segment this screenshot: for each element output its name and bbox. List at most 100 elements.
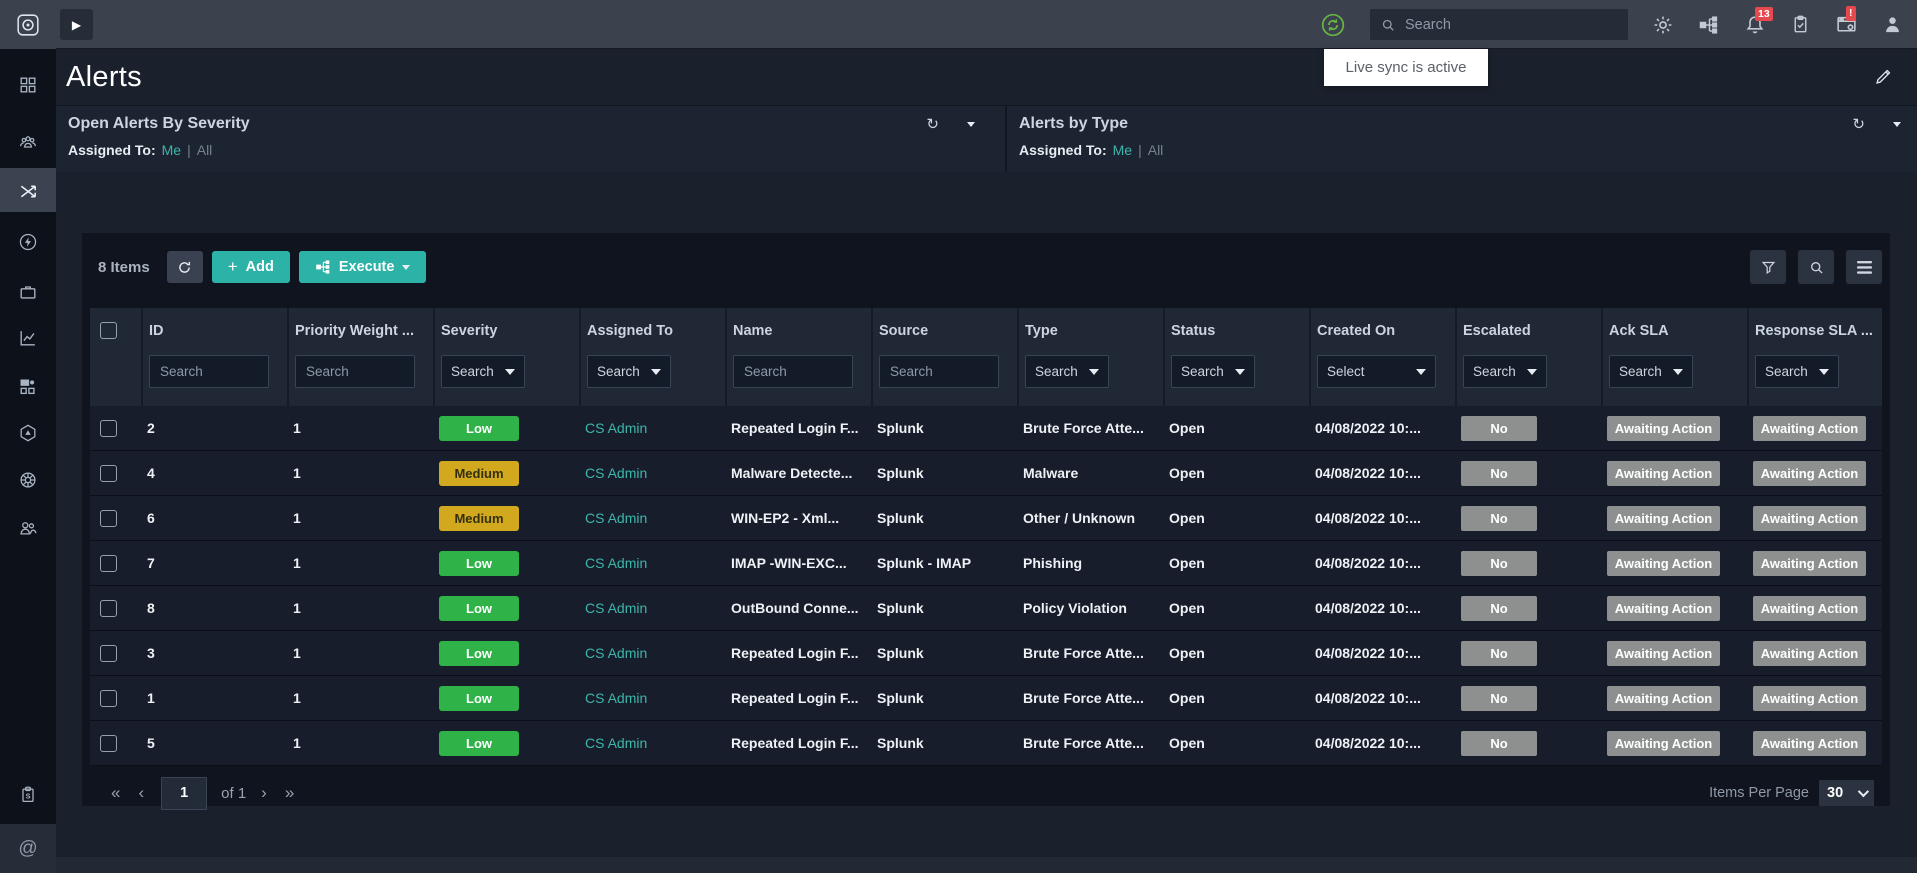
severity-badge: Medium [439,505,519,531]
widget-refresh-button[interactable]: ↻ [1852,115,1865,133]
sidebar-item-widgets[interactable] [0,365,56,409]
cell-status: Open [1169,465,1205,481]
current-page-box[interactable]: 1 [161,776,208,810]
column-header-severity[interactable]: Severity [433,308,579,353]
row-checkbox[interactable] [100,734,117,752]
next-page-button[interactable]: › [252,783,276,803]
column-header-escalated[interactable]: Escalated [1455,308,1601,353]
settings-gear-icon[interactable] [1652,14,1674,36]
assigned-to-link[interactable]: CS Admin [585,600,647,616]
assigned-to-link[interactable]: CS Admin [585,510,647,526]
audit-clipboard-icon[interactable] [1790,14,1811,35]
items-per-page-select[interactable]: 30 [1819,780,1874,806]
sidebar-item-teams[interactable] [0,120,56,164]
widget-menu-button[interactable] [967,121,975,127]
clipboard-tasks-icon: S [18,785,38,805]
filter-input-source[interactable] [879,355,999,388]
refresh-grid-button[interactable] [166,251,203,283]
execute-button[interactable]: Execute [298,251,427,283]
table-row[interactable]: 8 1 Low CS Admin OutBound Conne... Splunk Poli… [90,586,1882,631]
sidebar-item-tasks[interactable]: S [0,773,56,817]
filter-select-severity[interactable]: Search [441,355,525,388]
widget-open-alerts-by-severity: Open Alerts By Severity ↻ Assigned To: M… [56,106,1005,172]
filter-input-name[interactable] [733,355,853,388]
column-header-name[interactable]: Name [725,308,871,353]
sidebar-item-integrations[interactable] [0,458,56,502]
table-row[interactable]: 6 1 Medium CS Admin WIN-EP2 - Xml... Splunk Ot… [90,496,1882,541]
sidebar-item-sandbox[interactable] [0,411,56,455]
cell-source: Splunk [877,645,924,661]
column-header-response-sla[interactable]: Response SLA ... [1747,308,1882,353]
filter-input-priority-weight[interactable] [295,355,415,388]
column-header-created-on[interactable]: Created On [1309,308,1455,353]
row-checkbox[interactable] [100,554,117,572]
filter-select-type[interactable]: Search [1025,355,1109,388]
column-header-id[interactable]: ID [141,308,287,353]
cell-id: 1 [147,690,155,706]
grid-search-button[interactable] [1798,250,1834,284]
play-button[interactable]: ▶ [60,9,93,40]
filter-input-id[interactable] [149,355,269,388]
column-header-source[interactable]: Source [871,308,1017,353]
sidebar-item-users[interactable] [0,506,56,550]
add-button[interactable]: + Add [211,251,290,283]
user-profile-icon[interactable] [1882,14,1903,35]
sidebar-item-automation[interactable] [0,220,56,264]
table-row[interactable]: 2 1 Low CS Admin Repeated Login F... Splunk Br… [90,406,1882,451]
edit-page-button[interactable] [1873,67,1893,87]
row-checkbox[interactable] [100,464,117,482]
table-row[interactable]: 7 1 Low CS Admin IMAP -WIN-EXC... Splunk - IM… [90,541,1882,586]
assigned-me-link[interactable]: Me [162,142,181,158]
prev-page-button[interactable]: ‹ [129,783,153,803]
table-row[interactable]: 5 1 Low CS Admin Repeated Login F... Splunk Br… [90,721,1882,766]
system-health-icon[interactable]: ! [1835,6,1858,36]
cell-source: Splunk [877,690,924,706]
row-checkbox[interactable] [100,509,117,527]
global-search[interactable] [1370,9,1628,40]
filter-select-created-on[interactable]: Select [1317,355,1436,388]
sidebar-item-mentions[interactable]: @ [0,824,56,873]
assigned-to-link[interactable]: CS Admin [585,465,647,481]
filter-select-status[interactable]: Search [1171,355,1255,388]
assigned-to-link[interactable]: CS Admin [585,645,647,661]
column-header-type[interactable]: Type [1017,308,1163,353]
assigned-me-link[interactable]: Me [1113,142,1132,158]
table-row[interactable]: 1 1 Low CS Admin Repeated Login F... Splunk Br… [90,676,1882,721]
assigned-all-link[interactable]: All [1148,142,1164,158]
assigned-to-link[interactable]: CS Admin [585,690,647,706]
table-row[interactable]: 4 1 Medium CS Admin Malware Detecte... Splunk… [90,451,1882,496]
row-checkbox[interactable] [100,599,117,617]
assigned-to-link[interactable]: CS Admin [585,420,647,436]
filter-select-assigned-to[interactable]: Search [587,355,671,388]
first-page-button[interactable]: « [102,783,129,803]
sidebar-item-analytics[interactable] [0,316,56,360]
column-header-priority-weight[interactable]: Priority Weight ... [287,308,433,353]
assigned-to-link[interactable]: CS Admin [585,735,647,751]
filter-select-ack-sla[interactable]: Search [1609,355,1693,388]
live-sync-icon[interactable] [1320,12,1346,38]
row-checkbox[interactable] [100,689,117,707]
alerts-table: ID Priority Weight ... Severity Assigned To… [90,308,1882,766]
table-row[interactable]: 3 1 Low CS Admin Repeated Login F... Splunk Br… [90,631,1882,676]
column-menu-button[interactable] [1846,250,1882,284]
workflow-icon[interactable] [1698,14,1720,36]
assigned-to-link[interactable]: CS Admin [585,555,647,571]
filter-select-escalated[interactable]: Search [1463,355,1547,388]
global-search-input[interactable] [1405,16,1618,33]
widget-refresh-button[interactable]: ↻ [926,115,939,133]
column-header-status[interactable]: Status [1163,308,1309,353]
sidebar-item-cases[interactable] [0,270,56,314]
widget-menu-button[interactable] [1893,121,1901,127]
row-checkbox[interactable] [100,419,117,437]
assigned-all-link[interactable]: All [197,142,213,158]
last-page-button[interactable]: » [276,783,303,803]
select-all-checkbox[interactable] [100,322,117,339]
filter-select-response-sla[interactable]: Search [1755,355,1839,388]
sidebar-item-alerts[interactable] [0,168,56,212]
notifications-bell-icon[interactable]: 13 [1744,6,1773,36]
column-header-assigned-to[interactable]: Assigned To [579,308,725,353]
row-checkbox[interactable] [100,644,117,662]
column-header-ack-sla[interactable]: Ack SLA [1601,308,1747,353]
filter-button[interactable] [1750,250,1786,284]
sidebar-item-dashboards[interactable] [0,63,56,107]
